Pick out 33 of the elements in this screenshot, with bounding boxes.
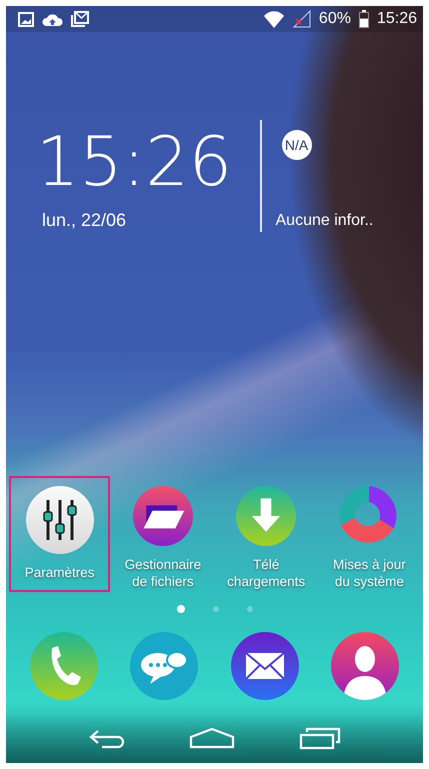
page-indicator-dot[interactable] — [246, 606, 252, 612]
dock-app-button[interactable] — [330, 632, 399, 700]
page-indicator-dot[interactable] — [176, 605, 184, 613]
weather-text: Aucune infor.. — [276, 212, 374, 230]
battery-percent: 60% — [318, 10, 351, 28]
no-signal-icon — [292, 10, 311, 28]
app-label: Mises à jour du système — [332, 556, 407, 590]
app-label: Télé chargements — [226, 556, 306, 590]
mail-icon — [71, 11, 89, 27]
app-shortcut[interactable]: Mises à jour du système — [318, 476, 420, 592]
dock-app-button[interactable] — [230, 632, 299, 700]
app-shortcut[interactable]: Télé chargements — [216, 476, 317, 592]
page-indicator-dot[interactable] — [212, 606, 218, 612]
app-label: Gestionnaire de fichiers — [124, 556, 202, 590]
wifi-icon — [262, 10, 285, 28]
app-shortcut[interactable]: Paramètres — [9, 476, 110, 592]
home-icon — [189, 727, 236, 749]
sliders-icon — [26, 486, 94, 554]
back-arrow-icon — [88, 727, 126, 749]
app-shortcut[interactable]: Gestionnaire de fichiers — [112, 476, 214, 592]
phone-icon — [30, 632, 98, 700]
weather-badge[interactable]: N/A — [282, 130, 312, 160]
cloud-upload-icon — [42, 12, 63, 26]
battery-icon — [358, 10, 369, 28]
app-label: Paramètres — [24, 564, 95, 581]
clock-date: lun., 22/06 — [41, 210, 126, 231]
clock-time: 15:26 — [36, 122, 232, 204]
status-time: 15:26 — [376, 10, 417, 28]
envelope-icon — [230, 632, 299, 700]
recent-apps-icon — [299, 726, 342, 750]
picture-icon — [18, 12, 34, 26]
person-silhouette-icon — [330, 632, 399, 700]
chat-bubbles-icon — [130, 632, 198, 700]
